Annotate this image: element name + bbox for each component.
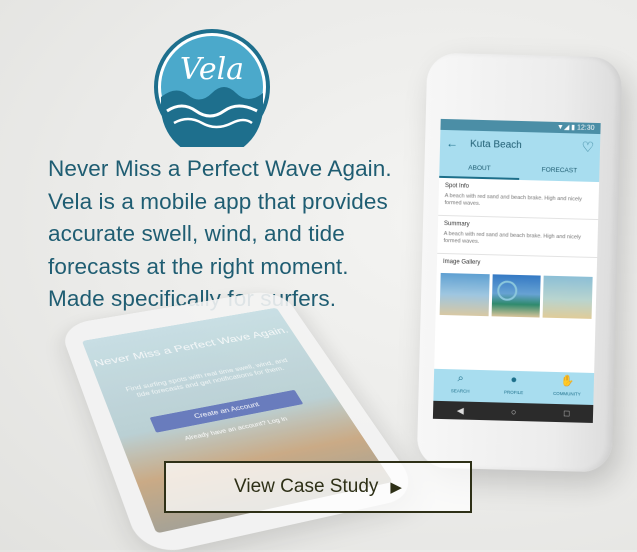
summary-heading: Summary: [443, 221, 470, 228]
tab-about: ABOUT: [439, 157, 520, 180]
spot-info-section: Spot Info A beach with red sand and beac…: [438, 177, 600, 221]
gallery-image: [542, 275, 593, 319]
vela-logo: Vela: [154, 29, 270, 147]
tagline-line: Never Miss a Perfect Wave Again.: [48, 156, 392, 181]
nav-label: SEARCH: [450, 388, 470, 394]
play-triangle-icon: ▶: [390, 479, 402, 496]
app-bar: ← Kuta Beach ♡: [439, 129, 601, 163]
status-time: 12:30: [576, 124, 595, 132]
heart-icon: ♡: [581, 138, 595, 155]
tagline-line: Vela is a mobile app that provides: [48, 188, 388, 214]
nav-label: PROFILE: [503, 389, 524, 396]
nav-profile: ● PROFILE: [487, 370, 541, 403]
summary-text: A beach with red sand and beach brake. H…: [443, 231, 582, 245]
tab-forecast: FORECAST: [541, 166, 578, 175]
signal-icon: ▼◢ ▮: [556, 123, 578, 132]
recents-square-icon: □: [563, 408, 570, 419]
spot-title: Kuta Beach: [469, 138, 522, 152]
back-triangle-icon: ◀: [456, 404, 464, 416]
nav-label: COMMUNITY: [552, 390, 581, 397]
back-arrow-icon: ←: [445, 136, 459, 151]
bottom-nav: ⌕ SEARCH ● PROFILE ✋ COMMUNITY: [433, 368, 595, 405]
nav-community: ✋ COMMUNITY: [540, 372, 594, 405]
logo-wordmark: Vela: [180, 52, 244, 87]
nav-search: ⌕ SEARCH: [433, 369, 487, 402]
gallery-image: [439, 272, 490, 317]
spot-info-text: A beach with red sand and beach brake. H…: [444, 193, 583, 207]
person-icon: ●: [510, 373, 518, 386]
gallery-heading: Image Gallery: [442, 258, 481, 266]
summary-section: Summary A beach with red sand and beach …: [437, 215, 599, 259]
home-circle-icon: ○: [510, 406, 517, 417]
front-phone-screen: ▼◢ ▮ 12:30 ← Kuta Beach ♡ ABOUT FORECAST…: [432, 118, 601, 423]
tagline-line: accurate swell, wind, and tide: [48, 221, 345, 246]
cta-label: View Case Study: [234, 476, 379, 497]
view-case-study-button[interactable]: View Case Study ▶: [164, 461, 472, 513]
shaka-hand-icon: ✋: [560, 375, 575, 388]
system-nav-bar: ◀ ○ □: [432, 400, 594, 423]
spot-info-heading: Spot Info: [444, 183, 470, 190]
search-icon: ⌕: [457, 372, 464, 385]
front-phone-mockup: ▼◢ ▮ 12:30 ← Kuta Beach ♡ ABOUT FORECAST…: [416, 52, 623, 473]
tab-bar: ABOUT FORECAST: [439, 157, 600, 183]
